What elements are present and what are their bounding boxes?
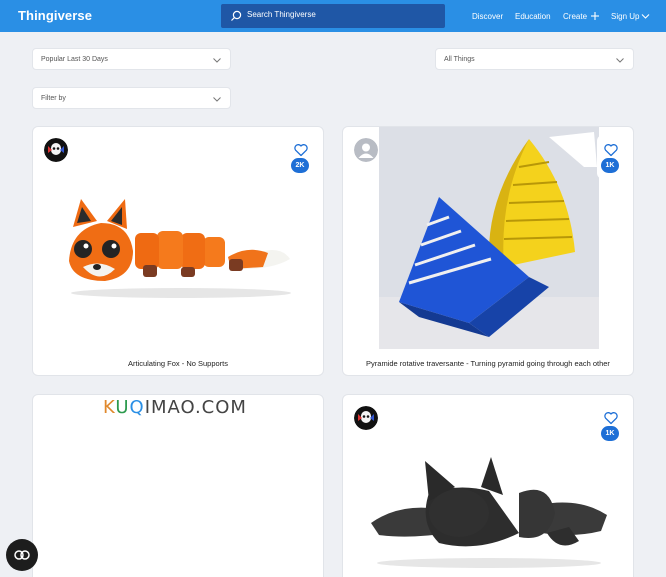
sort-dropdown[interactable]: Popular Last 30 Days <box>32 48 231 70</box>
filter-by-dropdown[interactable]: Filter by <box>32 87 231 109</box>
thing-card-title[interactable]: Articulating Fox - No Supports <box>33 359 323 368</box>
bat-model-image <box>371 457 607 568</box>
search-input[interactable]: Search Thingiverse <box>221 4 445 28</box>
nav-sign-up[interactable]: Sign Up <box>611 12 639 21</box>
creator-avatar[interactable] <box>44 138 68 162</box>
plus-icon[interactable] <box>590 11 600 21</box>
thingiverse-logo[interactable]: Thingiverse <box>18 8 92 23</box>
top-navigation-bar: Thingiverse Search Thingiverse Discover … <box>0 0 666 32</box>
heart-icon[interactable] <box>603 142 619 158</box>
watermark-letter: K <box>103 397 116 418</box>
link-icon <box>14 550 30 560</box>
watermark-logo: KUQIMAO.COM <box>103 397 247 418</box>
creator-avatar[interactable] <box>354 406 378 430</box>
chevron-down-icon <box>213 58 221 63</box>
category-dropdown-value: All Things <box>444 56 475 63</box>
fox-model-image <box>69 199 291 298</box>
like-count-badge: 2K <box>291 158 309 173</box>
filter-by-dropdown-value: Filter by <box>41 95 66 102</box>
thing-card[interactable]: 1K <box>342 394 634 577</box>
pyramid-model-image <box>379 127 599 349</box>
watermark-letter: Q <box>129 397 145 418</box>
like-count-badge: 1K <box>601 158 619 173</box>
nav-education[interactable]: Education <box>515 12 551 21</box>
search-icon <box>231 10 242 21</box>
thing-card[interactable]: 2K Articulating Fox - No Supports <box>32 126 324 376</box>
creator-avatar[interactable] <box>354 138 378 162</box>
chevron-down-icon <box>213 97 221 102</box>
floating-action-button[interactable] <box>6 539 38 571</box>
chevron-down-icon <box>616 58 624 63</box>
chevron-down-icon[interactable] <box>641 13 650 20</box>
heart-icon[interactable] <box>293 142 309 158</box>
heart-icon[interactable] <box>603 410 619 426</box>
thing-card[interactable]: 1K Pyramide rotative traversante - Turni… <box>342 126 634 376</box>
thing-card[interactable]: KUQIMAO.COM <box>32 394 324 577</box>
nav-create[interactable]: Create <box>563 12 587 21</box>
sort-dropdown-value: Popular Last 30 Days <box>41 56 108 63</box>
nav-discover[interactable]: Discover <box>472 12 503 21</box>
category-dropdown[interactable]: All Things <box>435 48 634 70</box>
search-placeholder: Search Thingiverse <box>247 10 316 19</box>
watermark-text: IMAO.COM <box>144 397 247 418</box>
like-count-badge: 1K <box>601 426 619 441</box>
watermark-letter: U <box>115 397 130 418</box>
thing-card-title[interactable]: Pyramide rotative traversante - Turning … <box>343 359 633 368</box>
